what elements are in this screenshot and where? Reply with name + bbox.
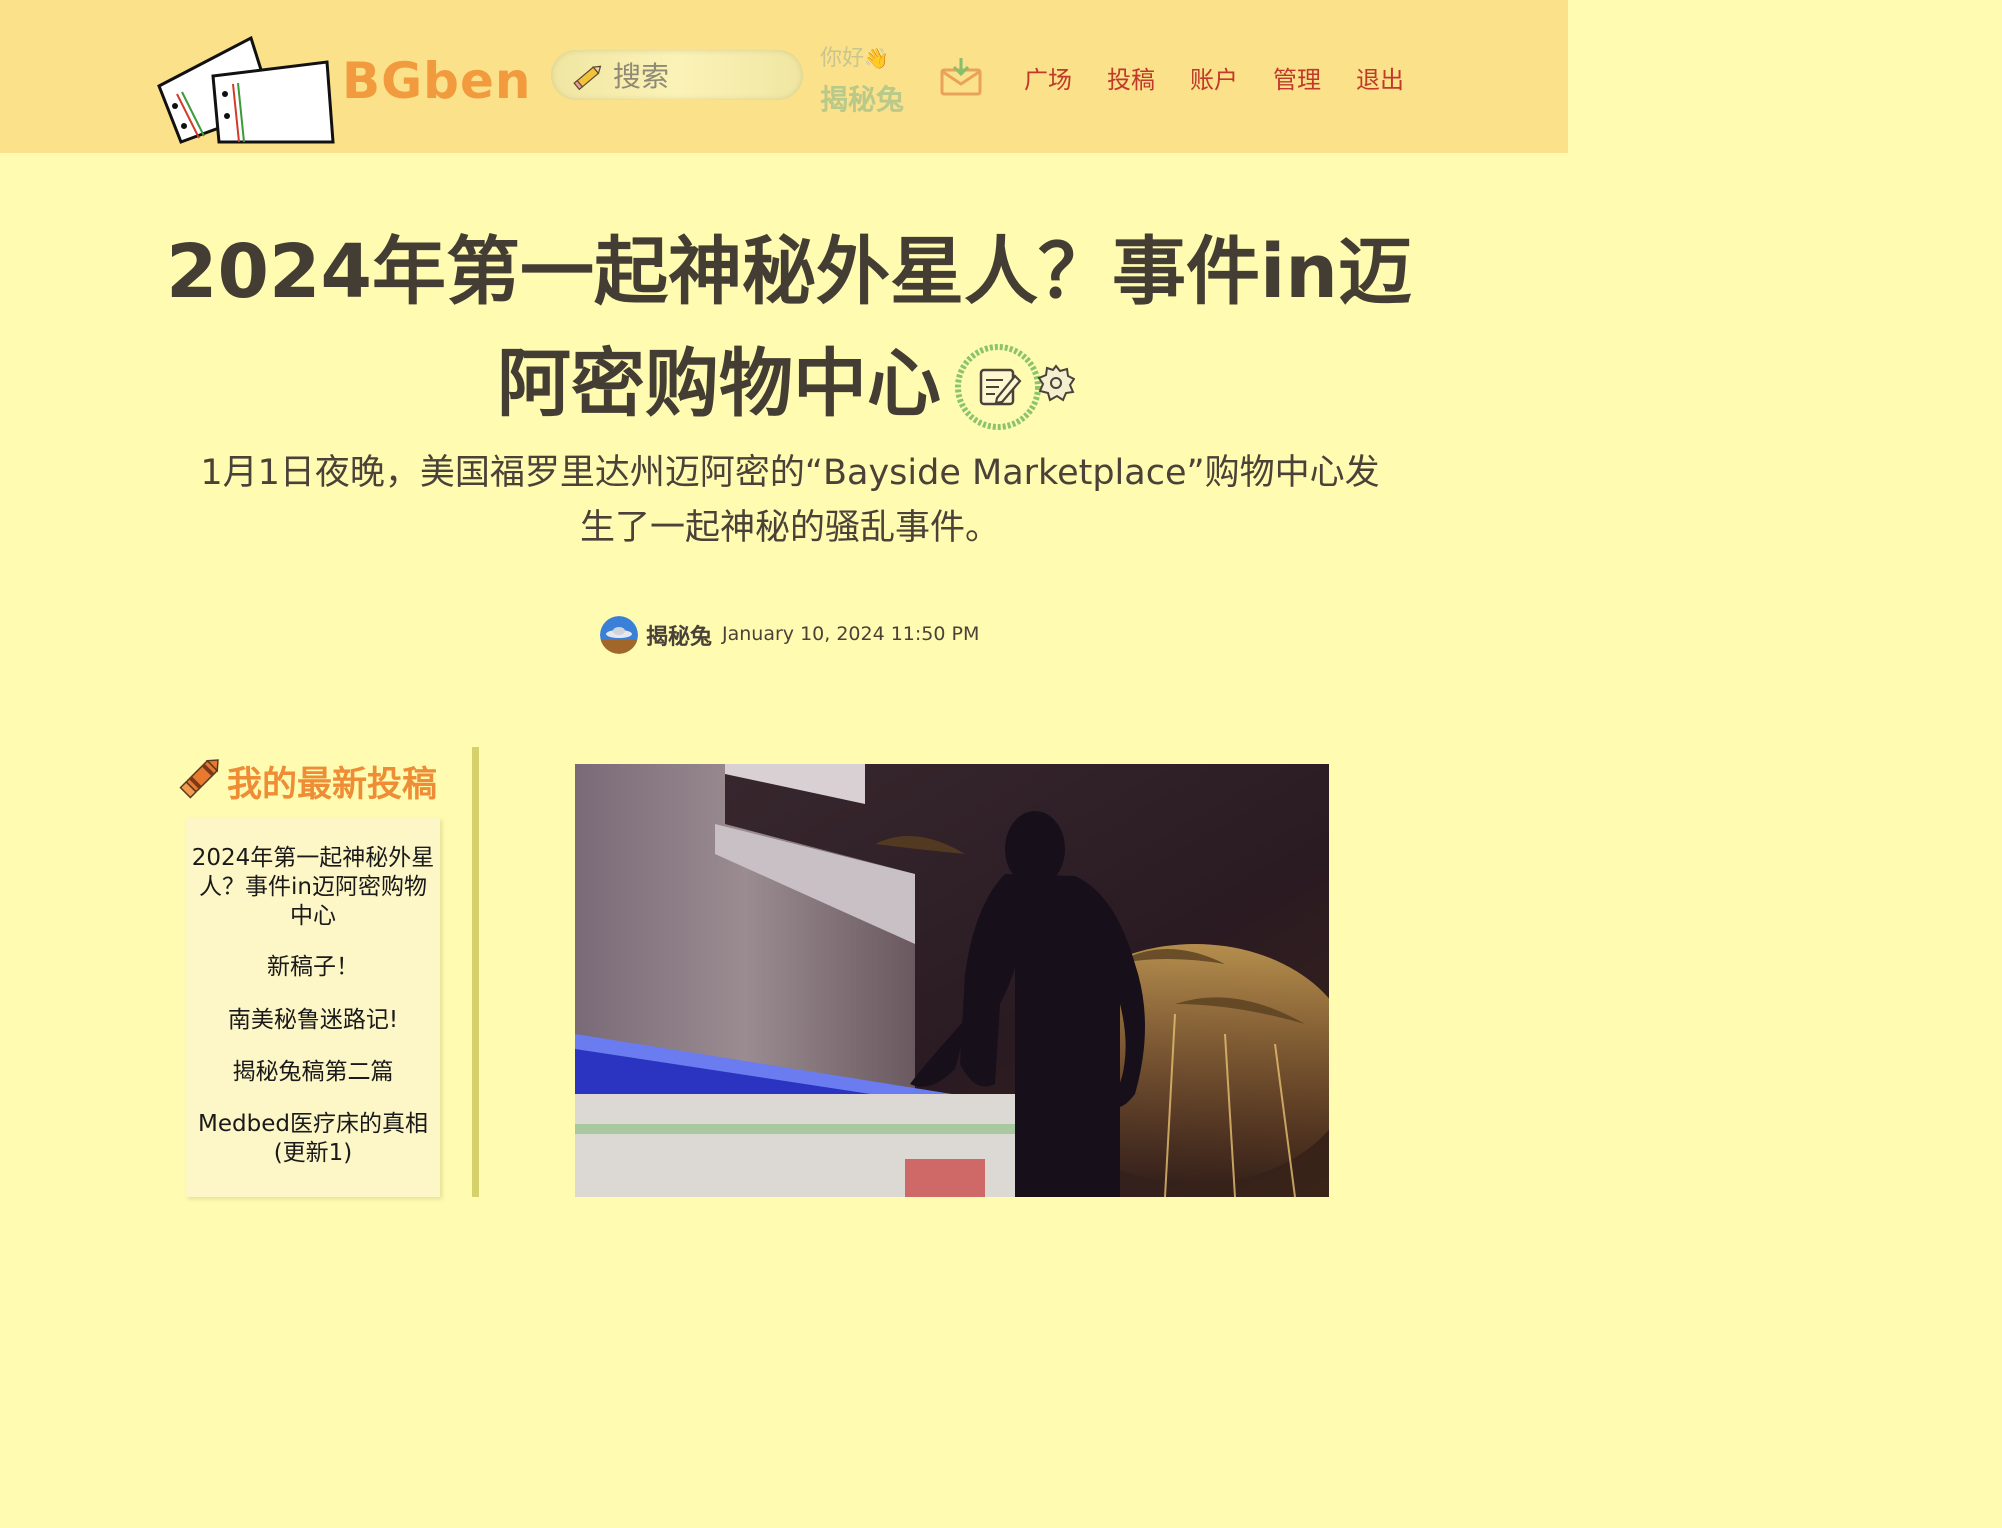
sidebar-divider xyxy=(472,747,479,1197)
crayon-icon xyxy=(179,759,219,799)
nav-manage[interactable]: 管理 xyxy=(1273,60,1321,95)
mail-icon[interactable] xyxy=(939,56,983,96)
brand-name[interactable]: BGben xyxy=(342,46,531,116)
list-item[interactable]: Medbed医疗床的真相(更新1) xyxy=(190,1110,436,1168)
list-item[interactable]: 新稿子！ xyxy=(190,953,436,982)
site-header: BGben 你好👋 揭秘兔 广场 投稿 账户 管理 退出 xyxy=(0,0,1568,153)
wave-hand-icon: 👋 xyxy=(864,46,889,70)
greeting: 你好👋 xyxy=(820,40,889,72)
search-box[interactable] xyxy=(551,50,803,100)
list-item[interactable]: 南美秘鲁迷路记! xyxy=(190,1006,436,1035)
sidebar-title-text: 我的最新投稿 xyxy=(227,765,438,805)
nav-logout[interactable]: 退出 xyxy=(1356,60,1404,95)
gear-icon[interactable] xyxy=(1037,364,1075,402)
title-actions xyxy=(951,340,1081,436)
edit-icon[interactable] xyxy=(951,340,1045,434)
list-item[interactable]: 2024年第一起神秘外星人？事件in迈阿密购物中心 xyxy=(190,844,436,931)
nav-plaza[interactable]: 广场 xyxy=(1024,60,1072,95)
article-photo xyxy=(575,764,1329,1197)
article-subtitle: 1月1日夜晚，美国福罗里达州迈阿密的“Bayside Marketplace”购… xyxy=(200,453,1380,548)
author-name[interactable]: 揭秘兔 xyxy=(646,619,712,651)
article-title-text: 2024年第一起神秘外星人？事件in迈阿密购物中心 xyxy=(165,229,1412,427)
recent-posts-list: 2024年第一起神秘外星人？事件in迈阿密购物中心 新稿子！ 南美秘鲁迷路记! … xyxy=(186,818,440,1197)
pencil-icon xyxy=(573,65,602,91)
logo-papers-icon[interactable] xyxy=(155,34,337,144)
username[interactable]: 揭秘兔 xyxy=(820,78,904,118)
avatar[interactable] xyxy=(600,616,638,654)
greeting-text: 你好 xyxy=(820,46,865,71)
post-date: January 10, 2024 11:50 PM xyxy=(722,623,980,645)
nav-submit[interactable]: 投稿 xyxy=(1107,60,1155,95)
article-title: 2024年第一起神秘外星人？事件in迈阿密购物中心 xyxy=(160,216,1418,440)
nav-account[interactable]: 账户 xyxy=(1190,60,1238,95)
search-input[interactable] xyxy=(611,56,795,96)
list-item[interactable]: 揭秘兔稿第二篇 xyxy=(190,1058,436,1087)
